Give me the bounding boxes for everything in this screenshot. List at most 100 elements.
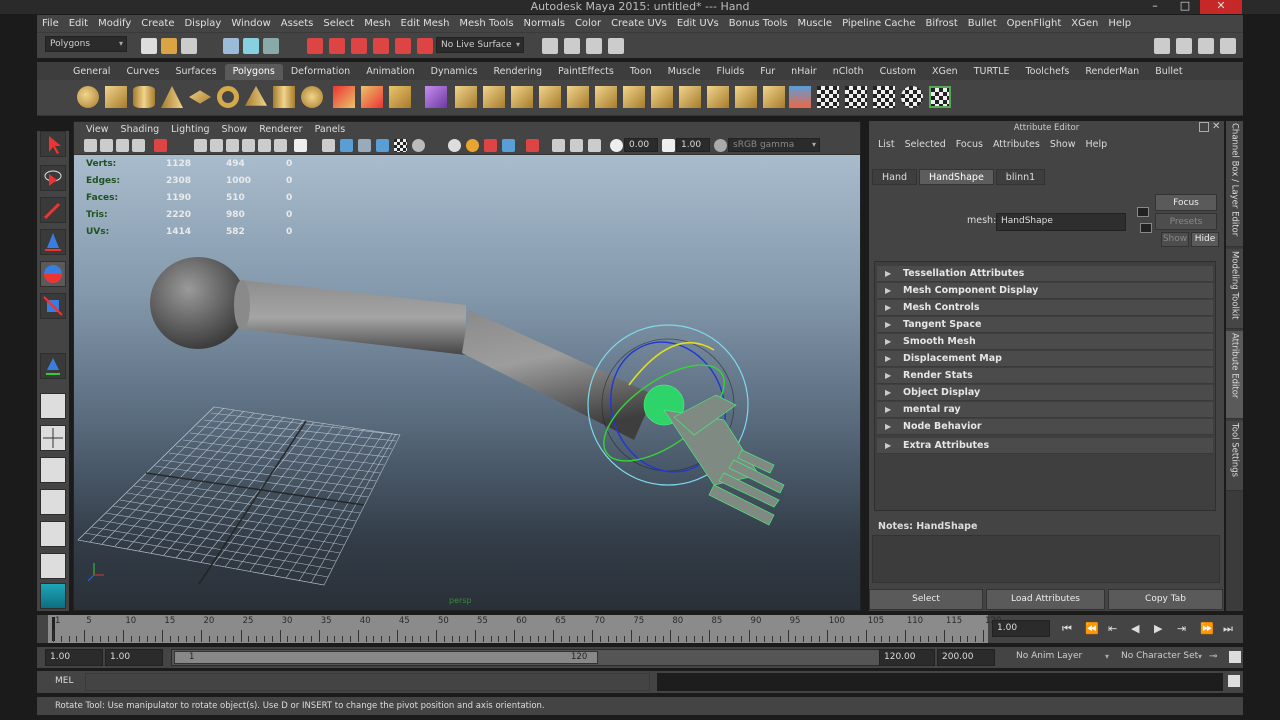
separate-icon[interactable]: [361, 86, 383, 108]
tab-handshape[interactable]: HandShape: [919, 169, 994, 185]
menu-edit[interactable]: Edit: [64, 18, 93, 29]
select-component-icon[interactable]: [263, 38, 279, 54]
single-perspective-layout-icon[interactable]: [40, 393, 66, 419]
rotate-tool-icon[interactable]: [40, 261, 66, 287]
persp-uv-layout-icon[interactable]: [40, 553, 66, 579]
tab-channel-box[interactable]: Channel Box / Layer Editor: [1226, 121, 1243, 247]
menu-normals[interactable]: Normals: [519, 18, 570, 29]
tab-blinn1[interactable]: blinn1: [995, 169, 1046, 185]
go-to-end-icon[interactable]: ⏭: [1223, 622, 1233, 636]
maximize-button[interactable]: □: [1170, 0, 1200, 14]
expand-triangle-icon[interactable]: ▶: [885, 266, 903, 282]
select-hierarchy-icon[interactable]: [223, 38, 239, 54]
viewport-persp[interactable]: View Shading Lighting Show Renderer Panels 0.…: [73, 121, 861, 611]
persp-graph-layout-icon[interactable]: [40, 489, 66, 515]
shelf-tab-toon[interactable]: Toon: [622, 64, 660, 80]
section-tangent-space[interactable]: ▶ Tangent Space: [877, 317, 1213, 333]
extrude-icon[interactable]: [483, 86, 505, 108]
select-button[interactable]: Select: [869, 589, 983, 610]
hide-button[interactable]: Hide: [1191, 232, 1219, 247]
notes-textarea[interactable]: [872, 535, 1220, 583]
channel-box-icon[interactable]: [1220, 38, 1236, 54]
playback-start-field[interactable]: 1.00: [105, 649, 163, 666]
shelf-tab-bullet[interactable]: Bullet: [1147, 64, 1190, 80]
script-editor-icon[interactable]: [1228, 675, 1240, 687]
mesh-name-field[interactable]: HandShape: [996, 213, 1126, 231]
render-settings-icon[interactable]: [608, 38, 624, 54]
poly-cone-icon[interactable]: [161, 86, 183, 108]
expand-triangle-icon[interactable]: ▶: [885, 300, 903, 316]
menu-bifrost[interactable]: Bifrost: [920, 18, 962, 29]
close-button[interactable]: ✕: [1200, 0, 1242, 14]
snap-point-icon[interactable]: [351, 38, 367, 54]
menu-display[interactable]: Display: [179, 18, 226, 29]
attribute-editor-icon[interactable]: [1176, 38, 1192, 54]
last-tool-icon[interactable]: [40, 353, 66, 379]
shelf-tab-polygons[interactable]: Polygons: [224, 64, 283, 80]
modeling-toolkit-icon[interactable]: [1154, 38, 1170, 54]
menu-file[interactable]: File: [37, 18, 64, 29]
shelf-tab-fur[interactable]: Fur: [752, 64, 783, 80]
expand-triangle-icon[interactable]: ▶: [885, 419, 903, 435]
save-scene-icon[interactable]: [181, 38, 197, 54]
xray-icon[interactable]: [448, 139, 461, 152]
poke-face-icon[interactable]: [735, 86, 757, 108]
section-extra-attributes[interactable]: ▶ Extra Attributes: [877, 438, 1213, 454]
expand-triangle-icon[interactable]: ▶: [885, 317, 903, 333]
insert-edge-loop-icon[interactable]: [623, 86, 645, 108]
menu-xgen[interactable]: XGen: [1066, 18, 1103, 29]
grease-pencil-icon[interactable]: [154, 139, 167, 152]
wedge-icon[interactable]: [763, 86, 785, 108]
expand-triangle-icon[interactable]: ▶: [885, 334, 903, 350]
viewport-menu-panels[interactable]: Panels: [309, 124, 352, 135]
film-gate-icon[interactable]: [210, 139, 223, 152]
shelf-tab-painteffects[interactable]: PaintEffects: [550, 64, 622, 80]
load-attributes-button[interactable]: Load Attributes: [986, 589, 1105, 610]
xray-joints-icon[interactable]: [484, 139, 497, 152]
shadows-icon[interactable]: [412, 139, 425, 152]
gamma-field[interactable]: 1.00: [676, 138, 710, 152]
hypershade-layout-icon[interactable]: [40, 521, 66, 547]
script-language-label[interactable]: MEL: [55, 676, 73, 686]
attr-menu-attributes[interactable]: Attributes: [988, 139, 1045, 155]
tab-tool-settings[interactable]: Tool Settings: [1226, 421, 1243, 491]
viewport-menu-shading[interactable]: Shading: [115, 124, 166, 135]
image-plane-icon[interactable]: [132, 139, 145, 152]
section-tessellation-attributes[interactable]: ▶ Tessellation Attributes: [877, 266, 1213, 282]
playback-end-field[interactable]: 120.00: [879, 649, 935, 666]
menu-pipeline-cache[interactable]: Pipeline Cache: [837, 18, 920, 29]
poly-pipe-icon[interactable]: [273, 86, 295, 108]
attr-menu-focus[interactable]: Focus: [951, 139, 988, 155]
bevel-icon[interactable]: [595, 86, 617, 108]
paint-select-tool-icon[interactable]: [40, 197, 66, 223]
menu-muscle[interactable]: Muscle: [792, 18, 837, 29]
output-connection-icon[interactable]: [1140, 223, 1152, 233]
time-ruler[interactable]: 1 5 10 15 20 25 30 35 40 45 50 55 60 65 70 75 80 85 90 95 10…: [48, 615, 1001, 643]
section-smooth-mesh[interactable]: ▶ Smooth Mesh: [877, 334, 1213, 350]
expand-triangle-icon[interactable]: ▶: [885, 385, 903, 401]
menu-color[interactable]: Color: [570, 18, 606, 29]
shelf-tab-rendering[interactable]: Rendering: [486, 64, 551, 80]
section-render-stats[interactable]: ▶ Render Stats: [877, 368, 1213, 384]
exposure-icon[interactable]: [610, 139, 623, 152]
menu-edit-mesh[interactable]: Edit Mesh: [396, 18, 455, 29]
bookmark-icon[interactable]: [116, 139, 129, 152]
wireframe-on-shaded-icon[interactable]: [358, 139, 371, 152]
expand-triangle-icon[interactable]: ▶: [885, 438, 903, 454]
smooth-shade-icon[interactable]: [340, 139, 353, 152]
attr-menu-selected[interactable]: Selected: [900, 139, 951, 155]
uv-checker-icon[interactable]: [817, 86, 839, 108]
poly-plane-icon[interactable]: [189, 90, 211, 104]
poly-platonic-icon[interactable]: [301, 86, 323, 108]
menu-create-uvs[interactable]: Create UVs: [606, 18, 672, 29]
live-surface-field[interactable]: No Live Surface: [436, 37, 524, 53]
poly-sphere-icon[interactable]: [77, 86, 99, 108]
use-all-lights-icon[interactable]: [394, 139, 407, 152]
new-scene-icon[interactable]: [141, 38, 157, 54]
float-panel-icon[interactable]: [1199, 122, 1209, 132]
viewport-scene[interactable]: Verts: 1128 494 0 Edges: 2308 1000 0 Faces: 1190 5…: [74, 155, 860, 610]
poly-cube-icon[interactable]: [105, 86, 127, 108]
append-polygon-icon[interactable]: [539, 86, 561, 108]
split-polygon-icon[interactable]: [567, 86, 589, 108]
viewport-menu-show[interactable]: Show: [216, 124, 254, 135]
